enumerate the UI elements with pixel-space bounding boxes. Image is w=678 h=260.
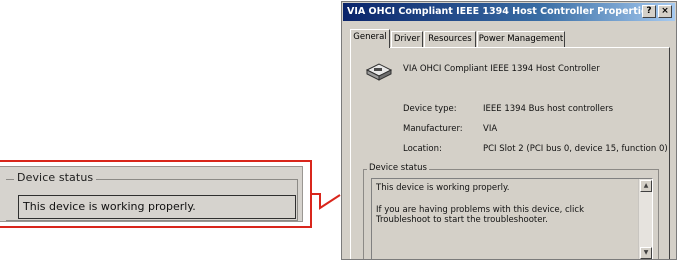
troubleshoot-hint: If you are having problems with this dev… bbox=[376, 205, 585, 225]
device-status-title: Device status bbox=[367, 163, 429, 173]
tab-driver[interactable]: Driver bbox=[391, 31, 423, 47]
device-type-label: Device type: bbox=[403, 104, 457, 114]
location-value: PCI Slot 2 (PCI bus 0, device 15, functi… bbox=[483, 144, 668, 154]
dialog-titlebar[interactable]: VIA OHCI Compliant IEEE 1394 Host Contro… bbox=[343, 3, 675, 21]
callout-status-box: This device is working properly. bbox=[18, 195, 296, 219]
device-name: VIA OHCI Compliant IEEE 1394 Host Contro… bbox=[403, 64, 600, 74]
close-button[interactable]: × bbox=[658, 5, 672, 18]
tab-power-management[interactable]: Power Management bbox=[477, 31, 565, 47]
status-message: This device is working properly. bbox=[376, 183, 510, 193]
manufacturer-label: Manufacturer: bbox=[403, 124, 463, 134]
callout-status-text: This device is working properly. bbox=[23, 200, 196, 213]
connector-line bbox=[312, 193, 341, 210]
general-tab-panel: VIA OHCI Compliant IEEE 1394 Host Contro… bbox=[350, 47, 670, 259]
status-scrollbar[interactable]: ▲ ▼ bbox=[638, 179, 652, 259]
scroll-up-arrow-icon[interactable]: ▲ bbox=[640, 180, 652, 192]
screenshot-stage: Device status This device is working pro… bbox=[0, 0, 678, 260]
device-type-value: IEEE 1394 Bus host controllers bbox=[483, 104, 614, 114]
dialog-title: VIA OHCI Compliant IEEE 1394 Host Contro… bbox=[347, 6, 654, 17]
properties-dialog: VIA OHCI Compliant IEEE 1394 Host Contro… bbox=[341, 1, 677, 260]
tab-general[interactable]: General bbox=[350, 29, 390, 48]
device-status-textbox[interactable]: This device is working properly. If you … bbox=[371, 178, 653, 259]
manufacturer-value: VIA bbox=[483, 124, 498, 134]
help-button[interactable]: ? bbox=[642, 5, 656, 18]
host-controller-icon bbox=[365, 63, 393, 81]
tab-resources[interactable]: Resources bbox=[424, 31, 476, 47]
scroll-down-arrow-icon[interactable]: ▼ bbox=[640, 247, 652, 259]
callout-panel: Device status This device is working pro… bbox=[0, 166, 303, 222]
location-label: Location: bbox=[403, 144, 442, 154]
callout-group-title: Device status bbox=[14, 171, 97, 184]
zoom-callout: Device status This device is working pro… bbox=[0, 160, 312, 228]
